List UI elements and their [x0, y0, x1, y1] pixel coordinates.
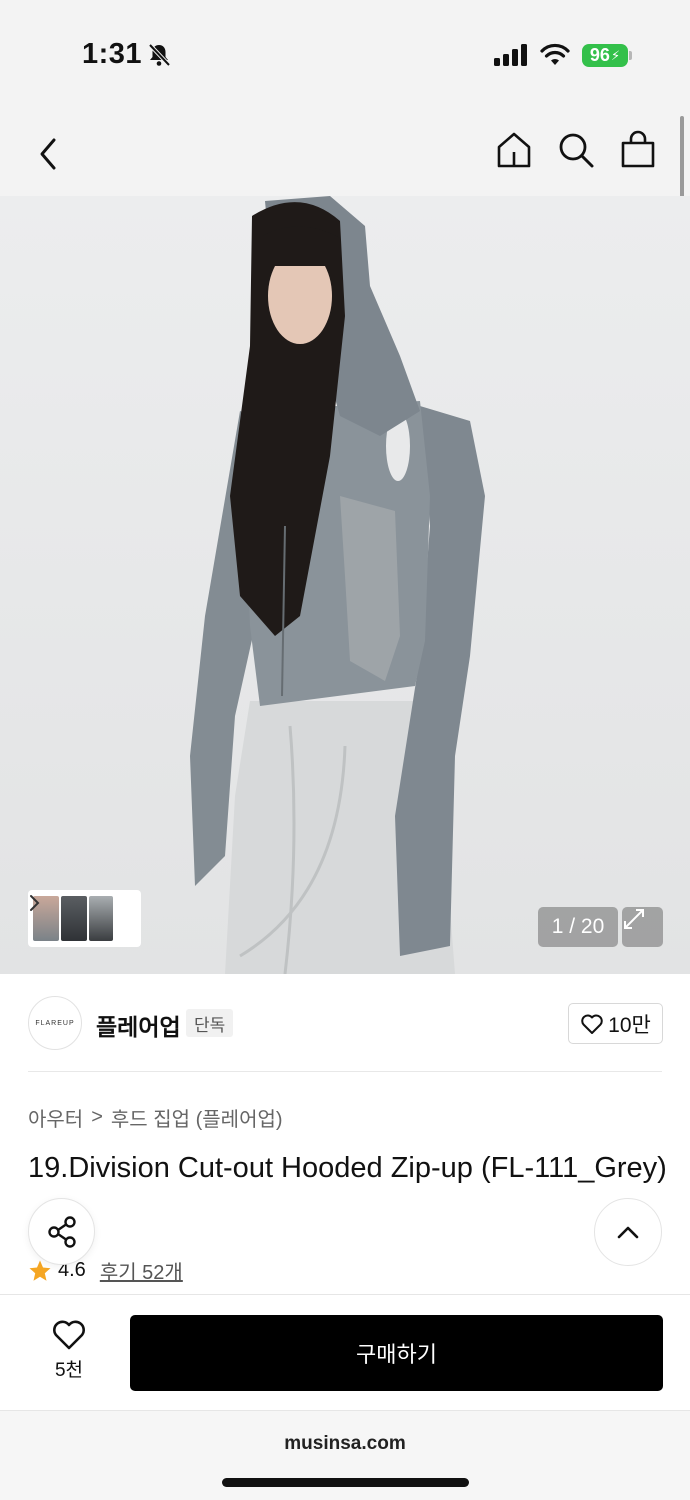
heart-icon — [53, 1320, 85, 1350]
wishlist-count: 5천 — [54, 1360, 84, 1381]
brand-like-count: 10만 — [608, 1013, 651, 1037]
shopping-bag-icon[interactable] — [618, 130, 658, 170]
product-photo — [190, 196, 485, 974]
scroll-top-button[interactable] — [594, 1198, 662, 1266]
status-bar: 1:31 96 ⚡ — [0, 0, 690, 110]
browser-footer: musinsa.com — [0, 1410, 690, 1500]
thumbnail-3[interactable] — [89, 896, 113, 941]
product-title: 19.Division Cut-out Hooded Zip-up (FL-11… — [28, 1152, 667, 1184]
share-button[interactable] — [28, 1198, 95, 1265]
wifi-icon — [540, 43, 570, 65]
brand-name[interactable]: 플레어업 — [96, 1008, 181, 1042]
image-counter: 1 / 20 — [538, 907, 618, 947]
divider — [28, 1071, 662, 1072]
expand-icon — [624, 909, 644, 929]
expand-button[interactable] — [622, 907, 663, 947]
thumbnail-strip[interactable] — [28, 890, 141, 947]
thumbnail-2[interactable] — [61, 896, 87, 941]
search-icon[interactable] — [556, 130, 596, 170]
breadcrumb: 아우터 > 후드 집업 (플레어업) — [28, 1103, 283, 1132]
battery-indicator: 96 ⚡ — [582, 44, 628, 67]
brand-logo-text: FLAREUP — [35, 1019, 75, 1027]
browser-url[interactable]: musinsa.com — [0, 1433, 690, 1455]
top-nav-bar — [0, 110, 690, 196]
heart-icon — [581, 1014, 603, 1034]
battery-nub — [629, 51, 632, 60]
charging-bolt-icon: ⚡ — [610, 47, 621, 63]
share-icon — [47, 1215, 76, 1248]
exclusive-badge: 단독 — [186, 1009, 234, 1037]
chevron-right-icon[interactable] — [28, 890, 42, 916]
purchase-bar: 5천 구매하기 — [0, 1294, 690, 1410]
brand-logo[interactable]: FLAREUP — [28, 996, 82, 1050]
buy-button[interactable]: 구매하기 — [130, 1315, 663, 1391]
brand-like-button[interactable]: 10만 — [568, 1003, 663, 1044]
bell-muted-icon — [148, 43, 171, 67]
home-icon[interactable] — [494, 130, 534, 170]
cellular-signal-icon — [494, 44, 527, 66]
chevron-up-icon — [617, 1226, 639, 1239]
home-indicator[interactable] — [222, 1478, 469, 1487]
status-time: 1:31 — [82, 38, 143, 70]
breadcrumb-category[interactable]: 아우터 — [28, 1103, 83, 1132]
battery-level: 96 — [589, 45, 610, 65]
wishlist-button[interactable]: 5천 — [34, 1319, 104, 1385]
breadcrumb-subcategory[interactable]: 후드 집업 (플레어업) — [111, 1103, 283, 1132]
chevron-left-icon[interactable] — [26, 128, 70, 176]
product-image-gallery[interactable]: 1 / 20 — [0, 196, 690, 974]
breadcrumb-separator: > — [91, 1106, 103, 1128]
reviews-link[interactable]: 후기 52개 — [100, 1256, 183, 1285]
